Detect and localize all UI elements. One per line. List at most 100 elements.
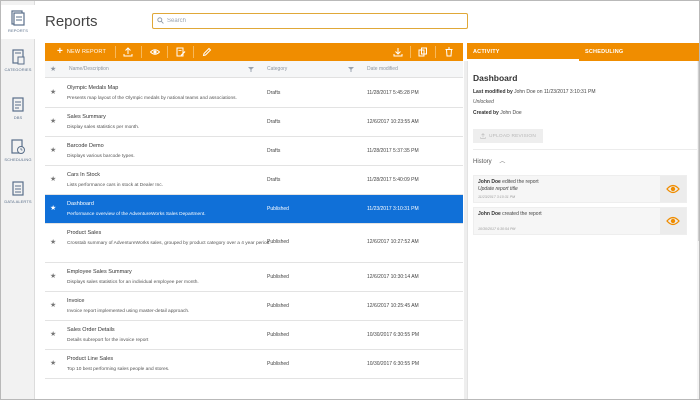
report-description: Crosstab summary of AdventureWorks sales…: [67, 241, 271, 246]
history-action: edited the report: [502, 179, 539, 185]
report-name: Cars In Stock: [67, 172, 101, 178]
report-name: Product Line Sales: [67, 356, 114, 362]
table-row[interactable]: ★ Sales Order Details Details subreport …: [45, 321, 463, 350]
created-by-line: Created by John Doe: [473, 110, 522, 116]
created-by-label: Created by: [473, 110, 499, 116]
report-description: Invoice report implemented using master-…: [67, 309, 190, 314]
report-description: Details subreport for the invoice report: [67, 338, 149, 343]
report-name: Olympic Medals Map: [67, 85, 119, 91]
history-timestamp: 11/23/2017 3:10:31 PM: [478, 195, 516, 199]
table-row[interactable]: ★ Employee Sales Summary Displays sales …: [45, 263, 463, 292]
search-icon: [157, 17, 164, 24]
history-user: John Doe: [478, 211, 501, 217]
toolbar-divider: [193, 46, 194, 58]
edit-document-icon[interactable]: [176, 47, 186, 57]
report-date: 12/6/2017 10:27:52 AM: [367, 239, 419, 245]
panel-title: Dashboard: [473, 73, 518, 83]
pencil-icon[interactable]: [202, 47, 212, 57]
star-column-icon[interactable]: ★: [50, 61, 56, 78]
table-row[interactable]: ★ Product Sales Crosstab summary of Adve…: [45, 224, 463, 263]
lock-status-line: Unlocked: [473, 99, 494, 105]
history-detail: Update report title: [478, 186, 518, 192]
view-revision-button[interactable]: [660, 208, 686, 234]
nav-label: DBS: [13, 115, 23, 120]
favorite-star-icon[interactable]: ★: [50, 204, 56, 212]
upload-revision-button[interactable]: UPLOAD REVISION: [473, 129, 543, 143]
app-window: REPORTS CATEGORIES DBS SCHEDULING DATA A…: [0, 0, 700, 400]
favorite-star-icon[interactable]: ★: [50, 301, 56, 309]
reports-table: ★ Olympic Medals Map Presents map layout…: [45, 79, 463, 379]
new-report-button[interactable]: + NEW REPORT: [57, 47, 106, 57]
copy-icon[interactable]: [418, 47, 428, 57]
table-row[interactable]: ★ Barcode Demo Displays various barcode …: [45, 137, 463, 166]
download-icon[interactable]: [393, 47, 403, 57]
view-revision-button[interactable]: [660, 176, 686, 202]
history-timestamp: 10/30/2017 6:30:54 PM: [478, 227, 516, 231]
report-date: 11/28/2017 5:40:09 PM: [367, 177, 419, 183]
report-category: Drafts: [267, 119, 281, 125]
history-label: History: [473, 159, 492, 165]
table-row[interactable]: ★ Sales Summary Display sales statistics…: [45, 108, 463, 137]
panel-tabs: ACTIVITY SCHEDULING: [467, 43, 699, 61]
toolbar-divider: [410, 46, 411, 58]
toolbar-divider: [167, 46, 168, 58]
report-category: Drafts: [267, 148, 281, 154]
search-box[interactable]: [152, 13, 468, 29]
column-header-date[interactable]: Date modified: [367, 61, 398, 78]
nav-item-data-alerts[interactable]: DATA ALERTS: [1, 181, 35, 211]
favorite-star-icon[interactable]: ★: [50, 146, 56, 154]
table-row[interactable]: ★ Olympic Medals Map Presents map layout…: [45, 79, 463, 108]
data-alerts-icon: [12, 181, 24, 196]
tab-scheduling[interactable]: SCHEDULING: [585, 43, 623, 61]
chevron-up-icon: ︿: [499, 159, 506, 165]
eye-icon: [666, 184, 680, 194]
nav-label: DATA ALERTS: [4, 199, 32, 204]
favorite-star-icon[interactable]: ★: [50, 330, 56, 338]
report-date: 11/23/2017 3:10:31 PM: [367, 206, 419, 212]
report-description: Displays various barcode types.: [67, 154, 135, 159]
report-description: Top 10 best performing sales people and …: [67, 367, 170, 372]
scheduling-icon: [11, 139, 25, 154]
column-header-category[interactable]: Category: [267, 61, 287, 78]
table-row-selected[interactable]: ★ Dashboard Performance overview of the …: [45, 195, 463, 224]
table-row[interactable]: ★ Product Line Sales Top 10 best perform…: [45, 350, 463, 379]
history-toggle[interactable]: History ︿: [473, 156, 505, 165]
nav-item-scheduling[interactable]: SCHEDULING: [1, 139, 35, 169]
report-date: 11/28/2017 5:37:35 PM: [367, 148, 419, 154]
page-title: Reports: [45, 13, 98, 30]
panel-divider: [473, 149, 697, 150]
report-category: Published: [267, 239, 289, 245]
upload-icon: [480, 133, 486, 139]
favorite-star-icon[interactable]: ★: [50, 238, 56, 246]
favorite-star-icon[interactable]: ★: [50, 117, 56, 125]
favorite-star-icon[interactable]: ★: [50, 359, 56, 367]
favorite-star-icon[interactable]: ★: [50, 272, 56, 280]
report-category: Drafts: [267, 177, 281, 183]
nav-item-categories[interactable]: CATEGORIES: [1, 49, 35, 79]
nav-item-dbs[interactable]: DBS: [1, 97, 35, 125]
favorite-star-icon[interactable]: ★: [50, 88, 56, 96]
created-by-value: John Doe: [500, 110, 522, 116]
report-description: Performance overview of the AdventureWor…: [67, 212, 206, 217]
report-name: Dashboard: [67, 201, 94, 207]
filter-icon[interactable]: [248, 67, 254, 72]
favorite-star-icon[interactable]: ★: [50, 175, 56, 183]
report-date: 12/6/2017 10:30:14 AM: [367, 274, 419, 280]
history-entry: John Doe created the report 10/30/2017 6…: [473, 207, 687, 235]
table-row[interactable]: ★ Invoice Invoice report implemented usi…: [45, 292, 463, 321]
last-modified-value: John Doe on 11/23/2017 3:10:31 PM: [514, 89, 596, 95]
filter-icon[interactable]: [348, 67, 354, 72]
eye-icon: [666, 216, 680, 226]
toolbar-divider: [141, 46, 142, 58]
nav-item-reports[interactable]: REPORTS: [1, 5, 35, 39]
lock-status: Unlocked: [473, 99, 494, 105]
column-header-name[interactable]: Name/Description: [69, 61, 109, 78]
report-date: 11/28/2017 5:45:28 PM: [367, 90, 419, 96]
report-category: Published: [267, 303, 289, 309]
upload-icon[interactable]: [123, 47, 133, 57]
view-icon[interactable]: [150, 47, 160, 57]
delete-icon[interactable]: [444, 47, 454, 57]
left-nav: REPORTS CATEGORIES DBS SCHEDULING DATA A…: [1, 1, 35, 399]
search-input[interactable]: [167, 15, 463, 27]
table-row[interactable]: ★ Cars In Stock Lists performance cars i…: [45, 166, 463, 195]
